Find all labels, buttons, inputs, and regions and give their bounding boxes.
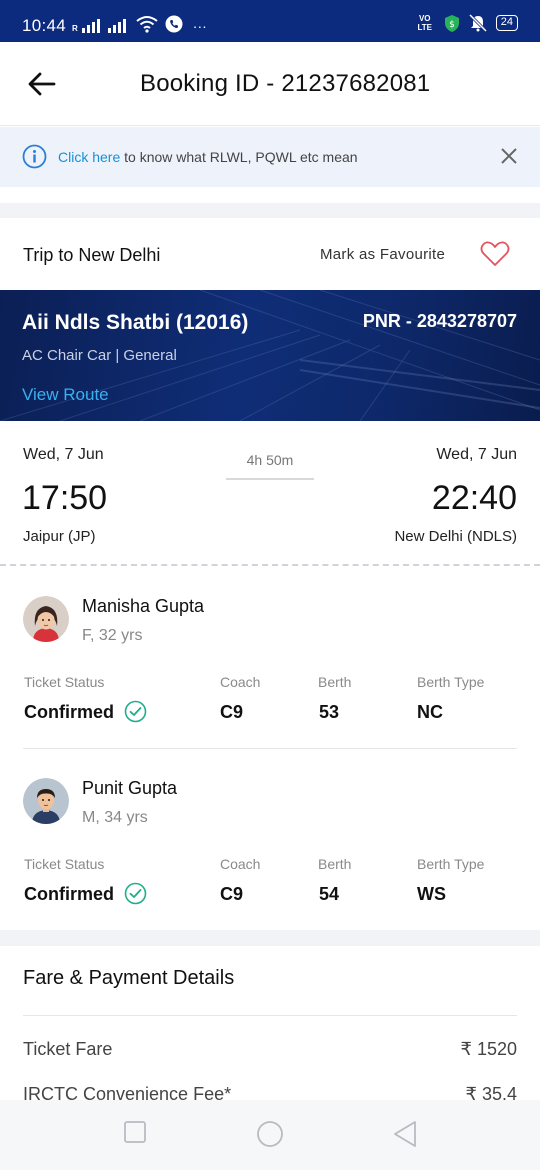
berth-type-value: WS — [417, 884, 446, 904]
ticket-status-label: Ticket Status — [24, 856, 105, 872]
mark-favourite-label[interactable]: Mark as Favourite — [320, 246, 445, 263]
signal-2-icon — [107, 19, 126, 33]
call-icon — [165, 15, 183, 33]
berth-type-label: Berth Type — [417, 856, 485, 872]
close-icon[interactable] — [500, 147, 518, 165]
duration-divider — [226, 478, 314, 480]
coach-value: C9 — [220, 702, 244, 722]
back-icon[interactable] — [392, 1120, 418, 1148]
berth-label: Berth — [318, 674, 352, 690]
ticket-status-value: Confirmed — [24, 702, 114, 722]
info-description: to know what RLWL, PQWL etc mean — [120, 149, 358, 165]
signal-icon — [81, 19, 100, 33]
berth-type-label: Berth Type — [417, 674, 485, 690]
coach-value: C9 — [220, 884, 244, 904]
battery-icon: 24 — [495, 15, 518, 31]
avatar-female — [23, 596, 69, 642]
passenger-divider — [23, 748, 517, 749]
fare-divider — [23, 1015, 517, 1016]
section-spacer — [0, 930, 540, 946]
page-title: Booking ID - 21237682081 — [140, 70, 431, 97]
info-banner: Click here to know what RLWL, PQWL etc m… — [0, 127, 540, 187]
info-text: Click here to know what RLWL, PQWL etc m… — [58, 149, 358, 165]
arrival-time: 22:40 — [431, 479, 517, 517]
svg-text:$: $ — [449, 20, 455, 30]
section-spacer — [0, 187, 540, 218]
berth-label: Berth — [318, 856, 352, 872]
train-name: Aii Ndls Shatbi (12016) — [22, 311, 249, 334]
volte-label: VO LTE — [417, 14, 432, 32]
passenger-card: Manisha Gupta F, 32 yrs Ticket Status Co… — [0, 568, 540, 748]
journey-duration: 4h 50m — [246, 452, 294, 468]
passenger-meta: M, 34 yrs — [82, 809, 148, 826]
pnr-number: PNR - 2843278707 — [362, 311, 517, 331]
ticket-status-label: Ticket Status — [24, 674, 105, 690]
trip-row: Trip to New Delhi Mark as Favourite — [0, 218, 540, 290]
heart-icon[interactable] — [480, 241, 510, 267]
recents-icon[interactable] — [123, 1120, 147, 1144]
berth-type-value: NC — [417, 702, 443, 722]
berth-value: 54 — [319, 884, 340, 904]
system-nav-bar — [0, 1100, 540, 1170]
avatar-male — [23, 778, 69, 824]
departure-date: Wed, 7 Jun — [23, 446, 104, 463]
passenger-name: Punit Gupta — [82, 778, 178, 798]
trip-title: Trip to New Delhi — [23, 245, 161, 265]
back-arrow-icon[interactable] — [26, 68, 58, 100]
departure-time: 17:50 — [22, 479, 108, 517]
passenger-meta: F, 32 yrs — [82, 627, 143, 644]
check-circle-icon — [124, 882, 147, 905]
view-route-link[interactable]: View Route — [22, 385, 109, 405]
passenger-name: Manisha Gupta — [82, 596, 205, 616]
app-header: Booking ID - 21237682081 — [0, 42, 540, 126]
ticket-status-value: Confirmed — [24, 884, 114, 904]
shield-icon: $ — [444, 14, 459, 32]
coach-label: Coach — [220, 856, 261, 872]
status-left-icons: R ··· — [72, 13, 207, 33]
check-circle-icon — [124, 700, 147, 723]
click-here-link[interactable]: Click here — [58, 149, 120, 165]
arrival-station: New Delhi (NDLS) — [394, 528, 517, 545]
berth-value: 53 — [319, 702, 340, 722]
fare-row-label: Ticket Fare — [23, 1039, 113, 1059]
fare-row-value: ₹ 1520 — [460, 1039, 518, 1059]
more-notifications-icon: ··· — [192, 18, 207, 34]
class-info: AC Chair Car | General — [22, 347, 177, 364]
home-icon[interactable] — [256, 1120, 284, 1148]
wifi-icon — [136, 16, 158, 33]
mute-bell-icon — [468, 14, 487, 32]
journey-timings: Wed, 7 Jun 4h 50m Wed, 7 Jun 17:50 22:40… — [0, 421, 540, 566]
fare-section-title: Fare & Payment Details — [23, 967, 235, 989]
info-icon — [22, 144, 47, 169]
carrier-label: R — [72, 24, 78, 33]
coach-label: Coach — [220, 674, 261, 690]
passenger-card: Punit Gupta M, 34 yrs Ticket Status Coac… — [0, 750, 540, 930]
status-bar: 10:44 R ··· VO LTE $ 24 — [0, 0, 540, 42]
train-banner: Aii Ndls Shatbi (12016) PNR - 2843278707… — [0, 290, 540, 421]
status-right-icons: VO LTE $ 24 — [414, 13, 518, 33]
departure-station: Jaipur (JP) — [23, 528, 96, 545]
status-time: 10:44 — [22, 16, 67, 35]
arrival-date: Wed, 7 Jun — [436, 446, 517, 463]
